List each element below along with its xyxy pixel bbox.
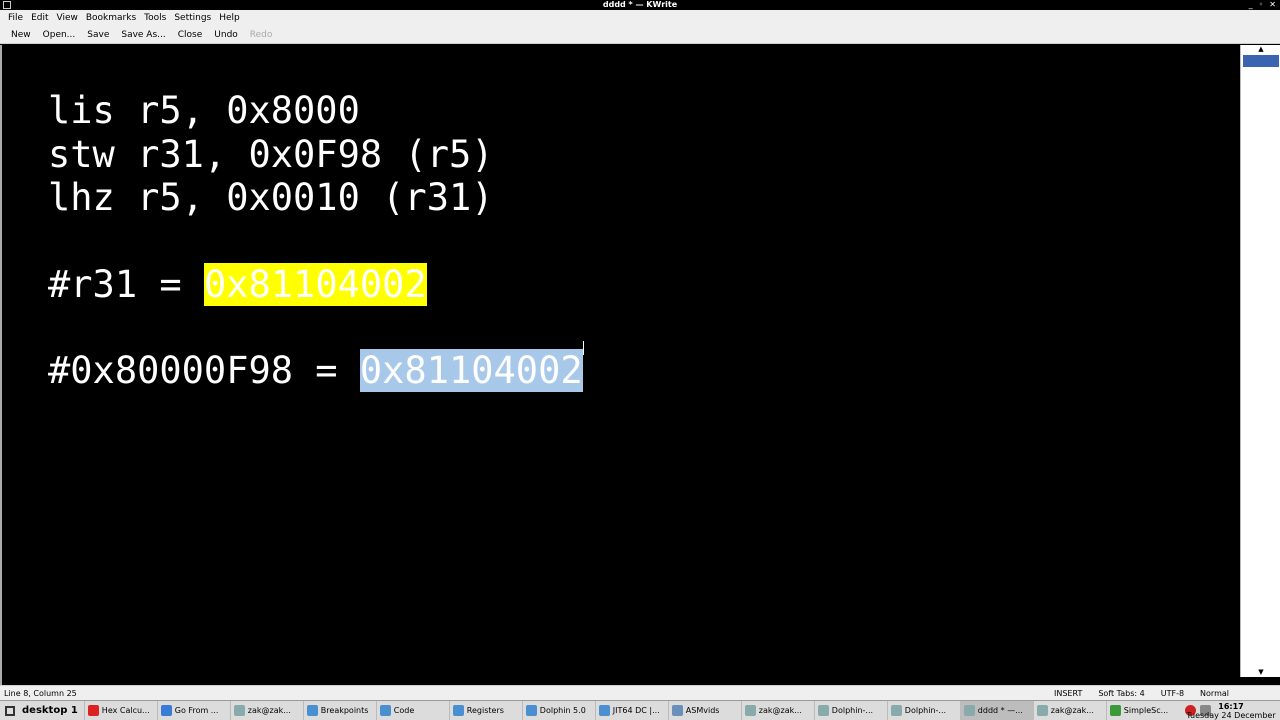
window-controls: _ ◦ ✕ — [1249, 0, 1276, 10]
clock-time: 16:17 — [1218, 702, 1244, 711]
taskbar: desktop 1 Hex Calcu... Go From ... zak@zak… — [0, 700, 1280, 720]
task-label: dddd * —... — [977, 705, 1023, 715]
r31-label: #r31 = — [48, 263, 204, 306]
minimap-scrollbar[interactable]: ▲ ▼ — [1240, 45, 1280, 677]
menu-view[interactable]: View — [53, 10, 82, 27]
taskbar-task[interactable]: ASMvids — [667, 700, 741, 720]
menu-help[interactable]: Help — [215, 10, 244, 27]
menu-bar: File Edit View Bookmarks Tools Settings … — [0, 10, 1280, 27]
taskbar-task[interactable]: Dolphin 5.0 — [521, 700, 595, 720]
task-label: Dolphin-... — [904, 705, 947, 715]
code-line-3: lhz r5, 0x0010 (r31) — [48, 176, 494, 219]
task-app-icon — [1109, 705, 1121, 716]
new-button[interactable]: New — [5, 27, 37, 43]
task-label: Registers — [466, 705, 504, 715]
undo-button[interactable]: Undo — [208, 27, 244, 43]
close-icon[interactable]: ✕ — [1269, 0, 1276, 10]
memory-address-label: #0x80000F98 = — [48, 349, 360, 392]
taskbar-task[interactable]: Hex Calcu... — [83, 700, 157, 720]
open-button[interactable]: Open... — [37, 27, 82, 43]
task-app-icon — [379, 705, 391, 716]
highlight-mode-selector[interactable]: Normal — [1200, 686, 1229, 701]
task-label: Breakpoints — [320, 705, 369, 715]
scroll-up-icon[interactable]: ▲ — [1241, 45, 1280, 54]
menu-bookmarks[interactable]: Bookmarks — [82, 10, 140, 27]
task-app-icon — [671, 705, 683, 716]
save-as-button[interactable]: Save As... — [115, 27, 171, 43]
menu-edit[interactable]: Edit — [27, 10, 52, 27]
taskbar-task[interactable]: Code — [375, 700, 449, 720]
task-label: Go From ... — [174, 705, 219, 715]
text-cursor — [582, 341, 584, 355]
redo-button[interactable]: Redo — [244, 27, 279, 43]
task-app-icon — [233, 705, 245, 716]
task-label: Dolphin-... — [831, 705, 874, 715]
task-label: zak@zak... — [758, 705, 802, 715]
menu-tools[interactable]: Tools — [140, 10, 170, 27]
task-label: JIT64 DC |... — [612, 705, 660, 715]
task-label: ASMvids — [685, 705, 720, 715]
code-line-1: lis r5, 0x8000 — [48, 89, 360, 132]
menu-file[interactable]: File — [4, 10, 27, 27]
taskbar-task[interactable]: zak@zak... — [229, 700, 303, 720]
task-label: zak@zak... — [247, 705, 291, 715]
minimize-icon[interactable]: _ — [1249, 0, 1253, 10]
encoding-selector[interactable]: UTF-8 — [1161, 686, 1184, 701]
task-app-icon — [87, 705, 99, 716]
clock[interactable]: 16:17 Tuesday 24 December — [1184, 701, 1278, 720]
close-button[interactable]: Close — [172, 27, 209, 43]
status-bar: Line 8, Column 25 INSERT Soft Tabs: 4 UT… — [0, 685, 1280, 700]
window-titlebar: dddd * — KWrite _ ◦ ✕ — [0, 0, 1280, 10]
taskbar-task[interactable]: JIT64 DC |... — [594, 700, 668, 720]
save-button[interactable]: Save — [81, 27, 115, 43]
input-mode[interactable]: INSERT — [1054, 686, 1082, 701]
task-app-icon — [817, 705, 829, 716]
task-app-icon — [744, 705, 756, 716]
task-app-icon — [963, 705, 975, 716]
text-editor[interactable]: lis r5, 0x8000 stw r31, 0x0F98 (r5) lhz … — [0, 45, 1240, 685]
task-list: Hex Calcu... Go From ... zak@zak... Breakpo… — [83, 700, 1179, 720]
task-app-icon — [1036, 705, 1048, 716]
r31-value-line: #r31 = 0x81104002 — [48, 263, 427, 307]
scroll-down-icon[interactable]: ▼ — [1241, 668, 1280, 677]
clock-date: Tuesday 24 December — [1186, 711, 1276, 720]
taskbar-task[interactable]: zak@zak... — [740, 700, 814, 720]
task-app-icon — [306, 705, 318, 716]
main-toolbar: New Open... Save Save As... Close Undo R… — [0, 27, 1280, 44]
code-line-2: stw r31, 0x0F98 (r5) — [48, 133, 494, 176]
task-label: zak@zak... — [1050, 705, 1094, 715]
task-label: Code — [393, 705, 415, 715]
task-app-icon — [452, 705, 464, 716]
taskbar-task[interactable]: Breakpoints — [302, 700, 376, 720]
task-app-icon — [598, 705, 610, 716]
window-title: dddd * — KWrite — [602, 0, 678, 9]
taskbar-task[interactable]: dddd * —... — [959, 700, 1033, 720]
taskbar-task[interactable]: SimpleSc... — [1105, 700, 1179, 720]
tab-settings[interactable]: Soft Tabs: 4 — [1098, 686, 1144, 701]
r31-highlighted-value: 0x81104002 — [203, 263, 427, 306]
start-menu-icon[interactable] — [0, 701, 20, 720]
taskbar-task[interactable]: Dolphin-... — [886, 700, 960, 720]
desktop-switcher[interactable]: desktop 1 — [20, 701, 84, 720]
maximize-icon[interactable]: ◦ — [1259, 0, 1264, 10]
task-app-icon — [890, 705, 902, 716]
selected-memory-value[interactable]: 0x81104002 — [359, 349, 583, 392]
minimap-thumb[interactable] — [1243, 55, 1279, 67]
taskbar-task[interactable]: Dolphin-... — [813, 700, 887, 720]
task-label: SimpleSc... — [1123, 705, 1169, 715]
cursor-position: Line 8, Column 25 — [4, 688, 77, 698]
task-app-icon — [160, 705, 172, 716]
task-label: Hex Calcu... — [101, 705, 150, 715]
taskbar-task[interactable]: Go From ... — [156, 700, 230, 720]
memory-value-line: #0x80000F98 = 0x81104002 — [48, 341, 584, 393]
taskbar-task[interactable]: Registers — [448, 700, 522, 720]
menu-settings[interactable]: Settings — [170, 10, 215, 27]
taskbar-task[interactable]: zak@zak... — [1032, 700, 1106, 720]
task-label: Dolphin 5.0 — [539, 705, 586, 715]
task-app-icon — [525, 705, 537, 716]
